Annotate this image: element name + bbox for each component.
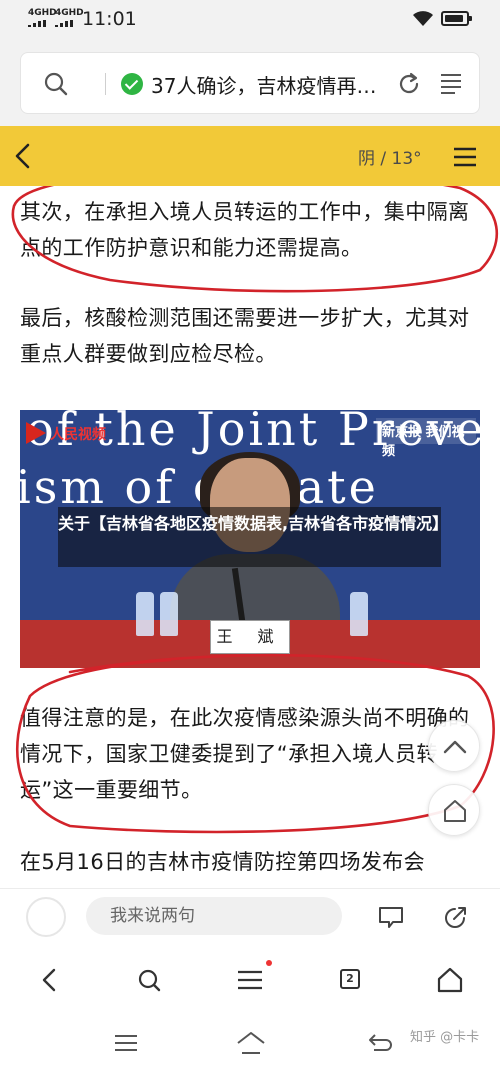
article-body: 其次，在承担入境人员转运的工作中，集中隔离点的工作防护意识和能力还需提高。 最后… <box>0 186 500 890</box>
chevron-up-icon <box>443 740 467 754</box>
reader-menu-icon[interactable] <box>439 71 463 95</box>
back-nav-icon[interactable] <box>366 1032 394 1054</box>
paragraph-4: 在5月16日的吉林市疫情防控第四场发布会 <box>20 850 426 874</box>
address-bar[interactable]: 37人确诊，吉林疫情再… <box>20 52 480 114</box>
article-header-bar: 阴 / 13° <box>0 126 500 186</box>
water-bottle <box>350 592 368 636</box>
nameplate: 王 斌 <box>210 620 290 654</box>
comment-bar: 我来说两句 <box>0 888 500 944</box>
paragraph-1: 其次，在承担入境人员转运的工作中，集中隔离点的工作防护意识和能力还需提高。 <box>20 200 470 260</box>
share-icon[interactable] <box>442 905 468 931</box>
paragraph-2: 最后，核酸检测范围还需要进一步扩大，尤其对重点人群要做到应检尽检。 <box>20 306 470 366</box>
recent-apps-icon[interactable] <box>112 1032 140 1054</box>
home-icon <box>444 800 466 822</box>
hamburger-menu-icon[interactable] <box>452 146 478 168</box>
watermark: 知乎 @卡卡 <box>410 1030 480 1045</box>
article-caption: 关于【吉林省各地区疫情数据表,吉林省各市疫情情况】 <box>58 507 448 567</box>
page-title[interactable]: 37人确诊，吉林疫情再… <box>151 70 391 99</box>
signal-label-1: 4GHD <box>28 8 57 18</box>
home-float-button[interactable] <box>428 784 480 836</box>
paragraph-3: 值得注意的是，在此次疫情感染源头尚不明确的情况下，国家卫健委提到了“承担入境人员… <box>20 706 470 802</box>
search-icon[interactable] <box>130 964 170 996</box>
search-icon[interactable] <box>43 71 69 97</box>
address-divider <box>105 73 106 95</box>
home-icon[interactable] <box>430 964 470 996</box>
clock: 11:01 <box>82 8 137 30</box>
browser-address-area: 37人确诊，吉林疫情再… <box>0 40 500 126</box>
signal-label-2: 4GHD <box>55 8 84 18</box>
reload-icon[interactable] <box>395 70 423 98</box>
video-logo-left: 人民视频 <box>26 420 136 450</box>
weather-label: 阴 / 13° <box>358 149 422 169</box>
tabs-button[interactable]: 2 <box>340 969 360 989</box>
signal-bars-icon <box>55 20 75 27</box>
water-bottle <box>136 592 154 636</box>
back-icon[interactable] <box>30 964 70 996</box>
status-bar: 4GHD 4GHD 11:01 <box>0 0 500 40</box>
play-logo-icon <box>26 422 46 444</box>
video-logo-right: 新京报 我们视频 <box>376 418 476 459</box>
home-nav-icon[interactable] <box>234 1030 268 1056</box>
signal-indicator-1: 4GHD <box>28 9 57 27</box>
signal-bars-icon <box>28 20 48 27</box>
comment-input[interactable]: 我来说两句 <box>86 897 342 935</box>
notification-dot <box>266 960 272 966</box>
logo-left-text: 人民视频 <box>50 427 106 443</box>
back-arrow-icon[interactable] <box>12 142 34 170</box>
menu-icon[interactable] <box>230 964 270 996</box>
water-bottle <box>160 592 178 636</box>
browser-toolbar <box>0 944 500 1016</box>
avatar[interactable] <box>26 897 66 937</box>
signal-indicator-2: 4GHD <box>55 9 84 27</box>
battery-icon <box>441 11 472 26</box>
scroll-top-button[interactable] <box>428 720 480 772</box>
secure-check-icon <box>121 73 143 95</box>
logo-right-text: 新京报 我们视频 <box>382 425 465 459</box>
wifi-icon <box>413 11 433 26</box>
comment-icon[interactable] <box>378 905 404 929</box>
